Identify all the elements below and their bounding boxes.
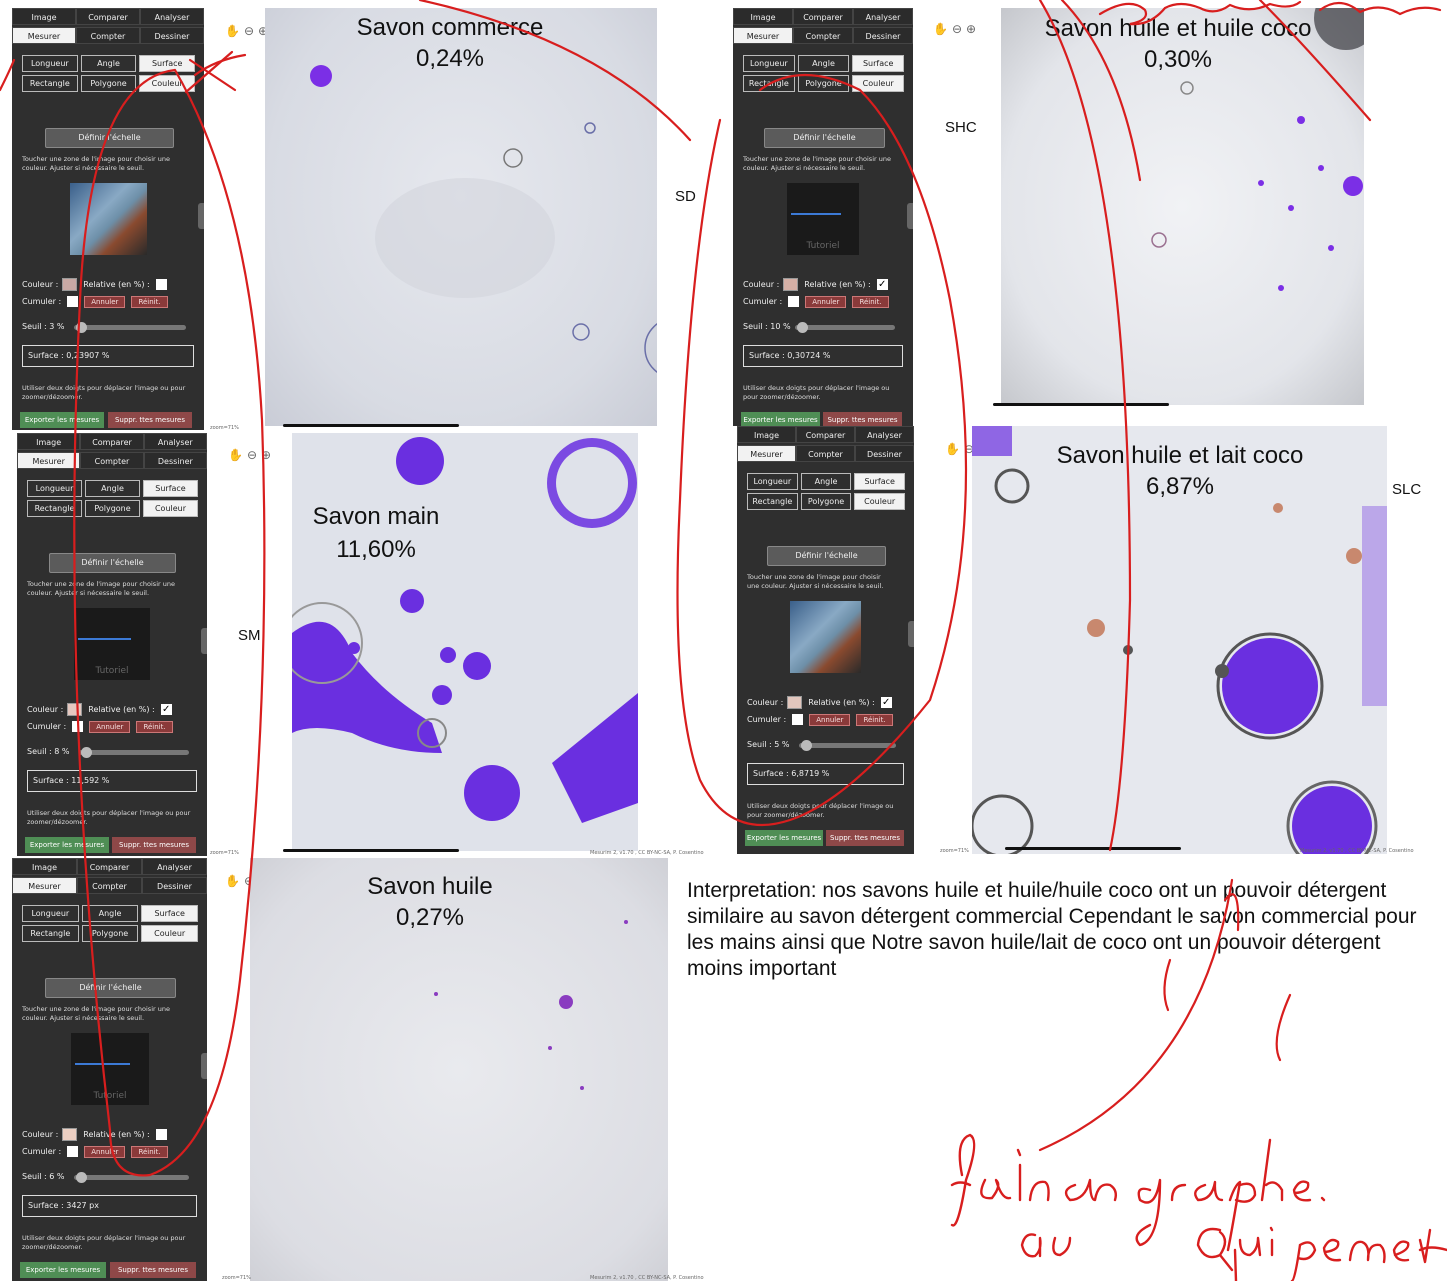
- handwritten-annotations: [0, 0, 1447, 1281]
